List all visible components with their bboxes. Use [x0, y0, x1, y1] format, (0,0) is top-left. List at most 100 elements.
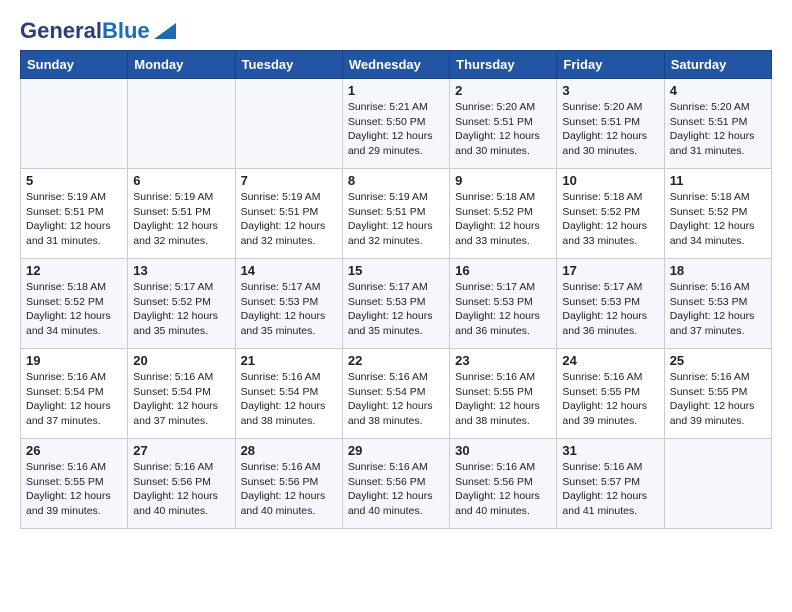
day-number: 14	[241, 263, 337, 278]
calendar-week-4: 19 Sunrise: 5:16 AM Sunset: 5:54 PM Dayli…	[21, 349, 772, 439]
col-header-wednesday: Wednesday	[342, 51, 449, 79]
day-info: Sunrise: 5:16 AM Sunset: 5:54 PM Dayligh…	[241, 370, 337, 429]
day-number: 22	[348, 353, 444, 368]
day-info: Sunrise: 5:16 AM Sunset: 5:54 PM Dayligh…	[133, 370, 229, 429]
day-info: Sunrise: 5:16 AM Sunset: 5:57 PM Dayligh…	[562, 460, 658, 519]
calendar-week-1: 1 Sunrise: 5:21 AM Sunset: 5:50 PM Daylig…	[21, 79, 772, 169]
day-info: Sunrise: 5:16 AM Sunset: 5:54 PM Dayligh…	[26, 370, 122, 429]
day-number: 10	[562, 173, 658, 188]
col-header-saturday: Saturday	[664, 51, 771, 79]
day-number: 2	[455, 83, 551, 98]
day-number: 28	[241, 443, 337, 458]
day-number: 26	[26, 443, 122, 458]
day-number: 6	[133, 173, 229, 188]
calendar-week-5: 26 Sunrise: 5:16 AM Sunset: 5:55 PM Dayli…	[21, 439, 772, 529]
calendar-cell: 29 Sunrise: 5:16 AM Sunset: 5:56 PM Dayli…	[342, 439, 449, 529]
day-info: Sunrise: 5:20 AM Sunset: 5:51 PM Dayligh…	[562, 100, 658, 159]
calendar-cell: 5 Sunrise: 5:19 AM Sunset: 5:51 PM Daylig…	[21, 169, 128, 259]
calendar-week-2: 5 Sunrise: 5:19 AM Sunset: 5:51 PM Daylig…	[21, 169, 772, 259]
day-info: Sunrise: 5:17 AM Sunset: 5:53 PM Dayligh…	[348, 280, 444, 339]
col-header-thursday: Thursday	[450, 51, 557, 79]
day-number: 18	[670, 263, 766, 278]
calendar-cell: 19 Sunrise: 5:16 AM Sunset: 5:54 PM Dayli…	[21, 349, 128, 439]
day-info: Sunrise: 5:18 AM Sunset: 5:52 PM Dayligh…	[455, 190, 551, 249]
day-number: 16	[455, 263, 551, 278]
day-number: 5	[26, 173, 122, 188]
day-number: 25	[670, 353, 766, 368]
day-info: Sunrise: 5:19 AM Sunset: 5:51 PM Dayligh…	[241, 190, 337, 249]
day-number: 24	[562, 353, 658, 368]
day-info: Sunrise: 5:20 AM Sunset: 5:51 PM Dayligh…	[455, 100, 551, 159]
logo: GeneralBlue	[20, 20, 176, 42]
day-number: 19	[26, 353, 122, 368]
day-info: Sunrise: 5:17 AM Sunset: 5:53 PM Dayligh…	[241, 280, 337, 339]
day-info: Sunrise: 5:17 AM Sunset: 5:53 PM Dayligh…	[455, 280, 551, 339]
day-info: Sunrise: 5:17 AM Sunset: 5:52 PM Dayligh…	[133, 280, 229, 339]
calendar-cell: 20 Sunrise: 5:16 AM Sunset: 5:54 PM Dayli…	[128, 349, 235, 439]
calendar-cell: 17 Sunrise: 5:17 AM Sunset: 5:53 PM Dayli…	[557, 259, 664, 349]
calendar-cell	[21, 79, 128, 169]
calendar-week-3: 12Sunrise: 5:18 AM Sunset: 5:52 PM Dayli…	[21, 259, 772, 349]
calendar-cell: 8 Sunrise: 5:19 AM Sunset: 5:51 PM Daylig…	[342, 169, 449, 259]
calendar-cell: 24 Sunrise: 5:16 AM Sunset: 5:55 PM Dayli…	[557, 349, 664, 439]
calendar-cell: 3Sunrise: 5:20 AM Sunset: 5:51 PM Daylig…	[557, 79, 664, 169]
day-info: Sunrise: 5:18 AM Sunset: 5:52 PM Dayligh…	[562, 190, 658, 249]
day-info: Sunrise: 5:16 AM Sunset: 5:56 PM Dayligh…	[455, 460, 551, 519]
day-number: 1	[348, 83, 444, 98]
day-info: Sunrise: 5:16 AM Sunset: 5:55 PM Dayligh…	[26, 460, 122, 519]
calendar-cell: 14 Sunrise: 5:17 AM Sunset: 5:53 PM Dayli…	[235, 259, 342, 349]
calendar-cell: 1 Sunrise: 5:21 AM Sunset: 5:50 PM Daylig…	[342, 79, 449, 169]
calendar-cell: 9 Sunrise: 5:18 AM Sunset: 5:52 PM Daylig…	[450, 169, 557, 259]
day-info: Sunrise: 5:17 AM Sunset: 5:53 PM Dayligh…	[562, 280, 658, 339]
calendar-cell: 18 Sunrise: 5:16 AM Sunset: 5:53 PM Dayli…	[664, 259, 771, 349]
day-number: 21	[241, 353, 337, 368]
day-info: Sunrise: 5:16 AM Sunset: 5:54 PM Dayligh…	[348, 370, 444, 429]
day-number: 12	[26, 263, 122, 278]
calendar-cell: 27 Sunrise: 5:16 AM Sunset: 5:56 PM Dayli…	[128, 439, 235, 529]
calendar-cell: 4 Sunrise: 5:20 AM Sunset: 5:51 PM Daylig…	[664, 79, 771, 169]
page-header: GeneralBlue	[20, 20, 772, 42]
day-number: 15	[348, 263, 444, 278]
day-number: 11	[670, 173, 766, 188]
day-info: Sunrise: 5:16 AM Sunset: 5:56 PM Dayligh…	[348, 460, 444, 519]
calendar-cell: 6 Sunrise: 5:19 AM Sunset: 5:51 PM Daylig…	[128, 169, 235, 259]
calendar-cell: 28Sunrise: 5:16 AM Sunset: 5:56 PM Dayli…	[235, 439, 342, 529]
day-info: Sunrise: 5:21 AM Sunset: 5:50 PM Dayligh…	[348, 100, 444, 159]
day-info: Sunrise: 5:18 AM Sunset: 5:52 PM Dayligh…	[670, 190, 766, 249]
day-info: Sunrise: 5:19 AM Sunset: 5:51 PM Dayligh…	[133, 190, 229, 249]
col-header-sunday: Sunday	[21, 51, 128, 79]
calendar-table: SundayMondayTuesdayWednesdayThursdayFrid…	[20, 50, 772, 529]
day-number: 4	[670, 83, 766, 98]
day-info: Sunrise: 5:16 AM Sunset: 5:53 PM Dayligh…	[670, 280, 766, 339]
day-number: 13	[133, 263, 229, 278]
calendar-cell: 12Sunrise: 5:18 AM Sunset: 5:52 PM Dayli…	[21, 259, 128, 349]
calendar-cell: 11 Sunrise: 5:18 AM Sunset: 5:52 PM Dayli…	[664, 169, 771, 259]
day-number: 29	[348, 443, 444, 458]
day-info: Sunrise: 5:16 AM Sunset: 5:55 PM Dayligh…	[670, 370, 766, 429]
col-header-tuesday: Tuesday	[235, 51, 342, 79]
calendar-cell: 26 Sunrise: 5:16 AM Sunset: 5:55 PM Dayli…	[21, 439, 128, 529]
calendar-cell: 23Sunrise: 5:16 AM Sunset: 5:55 PM Dayli…	[450, 349, 557, 439]
day-info: Sunrise: 5:16 AM Sunset: 5:55 PM Dayligh…	[562, 370, 658, 429]
day-info: Sunrise: 5:16 AM Sunset: 5:55 PM Dayligh…	[455, 370, 551, 429]
calendar-cell	[128, 79, 235, 169]
day-info: Sunrise: 5:19 AM Sunset: 5:51 PM Dayligh…	[26, 190, 122, 249]
day-number: 17	[562, 263, 658, 278]
calendar-cell	[664, 439, 771, 529]
calendar-cell: 10 Sunrise: 5:18 AM Sunset: 5:52 PM Dayli…	[557, 169, 664, 259]
calendar-cell: 30Sunrise: 5:16 AM Sunset: 5:56 PM Dayli…	[450, 439, 557, 529]
calendar-cell: 13 Sunrise: 5:17 AM Sunset: 5:52 PM Dayli…	[128, 259, 235, 349]
day-number: 8	[348, 173, 444, 188]
calendar-cell: 7Sunrise: 5:19 AM Sunset: 5:51 PM Daylig…	[235, 169, 342, 259]
day-number: 20	[133, 353, 229, 368]
day-info: Sunrise: 5:20 AM Sunset: 5:51 PM Dayligh…	[670, 100, 766, 159]
calendar-cell	[235, 79, 342, 169]
day-number: 27	[133, 443, 229, 458]
day-info: Sunrise: 5:16 AM Sunset: 5:56 PM Dayligh…	[133, 460, 229, 519]
calendar-cell: 2 Sunrise: 5:20 AM Sunset: 5:51 PM Daylig…	[450, 79, 557, 169]
calendar-cell: 22 Sunrise: 5:16 AM Sunset: 5:54 PM Dayli…	[342, 349, 449, 439]
logo-icon	[154, 23, 176, 39]
day-number: 9	[455, 173, 551, 188]
day-info: Sunrise: 5:19 AM Sunset: 5:51 PM Dayligh…	[348, 190, 444, 249]
calendar-cell: 21 Sunrise: 5:16 AM Sunset: 5:54 PM Dayli…	[235, 349, 342, 439]
